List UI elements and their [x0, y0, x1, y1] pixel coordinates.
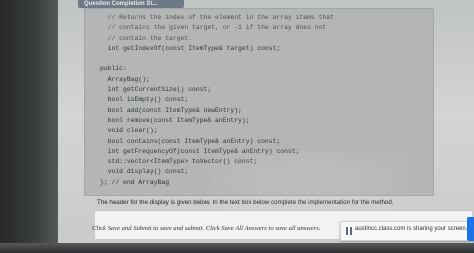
code-line: int getCurrentSize() const;	[100, 86, 212, 94]
code-line: int getIndexOf(const ItemType& target) c…	[100, 44, 281, 52]
code-line: int getFrequencyOf(const ItemType& anEnt…	[100, 147, 300, 155]
code-line: // contain the target.	[100, 34, 193, 42]
save-instructions: Click Save and Submit to save and submit…	[92, 225, 321, 232]
monitor-bezel-bottom	[0, 243, 474, 253]
code-line: bool isEmpty() const;	[100, 96, 189, 104]
code-line: std::vector<ItemType> toVector() const;	[100, 158, 258, 166]
code-line: void display() const;	[100, 168, 189, 176]
code-block: // Returns the index of the element in t…	[100, 13, 334, 188]
code-line: bool contains(const ItemType& anEntry) c…	[100, 137, 281, 145]
code-line: // contains the given target, or -1 if t…	[100, 24, 327, 32]
question-header: Question Completion St...	[78, 0, 184, 8]
code-line: void clear();	[100, 127, 158, 135]
stop-sharing-button[interactable]	[467, 217, 474, 241]
code-line: public:	[100, 65, 127, 73]
monitor-bezel	[0, 0, 58, 253]
code-line: }; // end ArrayBag	[100, 178, 170, 186]
code-line: ArrayBag();	[100, 75, 150, 83]
pause-icon[interactable]	[346, 227, 352, 235]
code-line: // Returns the index of the element in t…	[100, 14, 334, 21]
code-line: bool remove(const ItemType& anEntry);	[100, 116, 250, 124]
screen-share-bar: austincc.class.com is sharing your scree…	[340, 217, 474, 241]
code-line: bool add(const ItemType& newEntry);	[100, 106, 242, 114]
screen-share-text: austincc.class.com is sharing your scree…	[355, 226, 468, 232]
instruction-text: The header for the display is given belo…	[97, 199, 394, 206]
